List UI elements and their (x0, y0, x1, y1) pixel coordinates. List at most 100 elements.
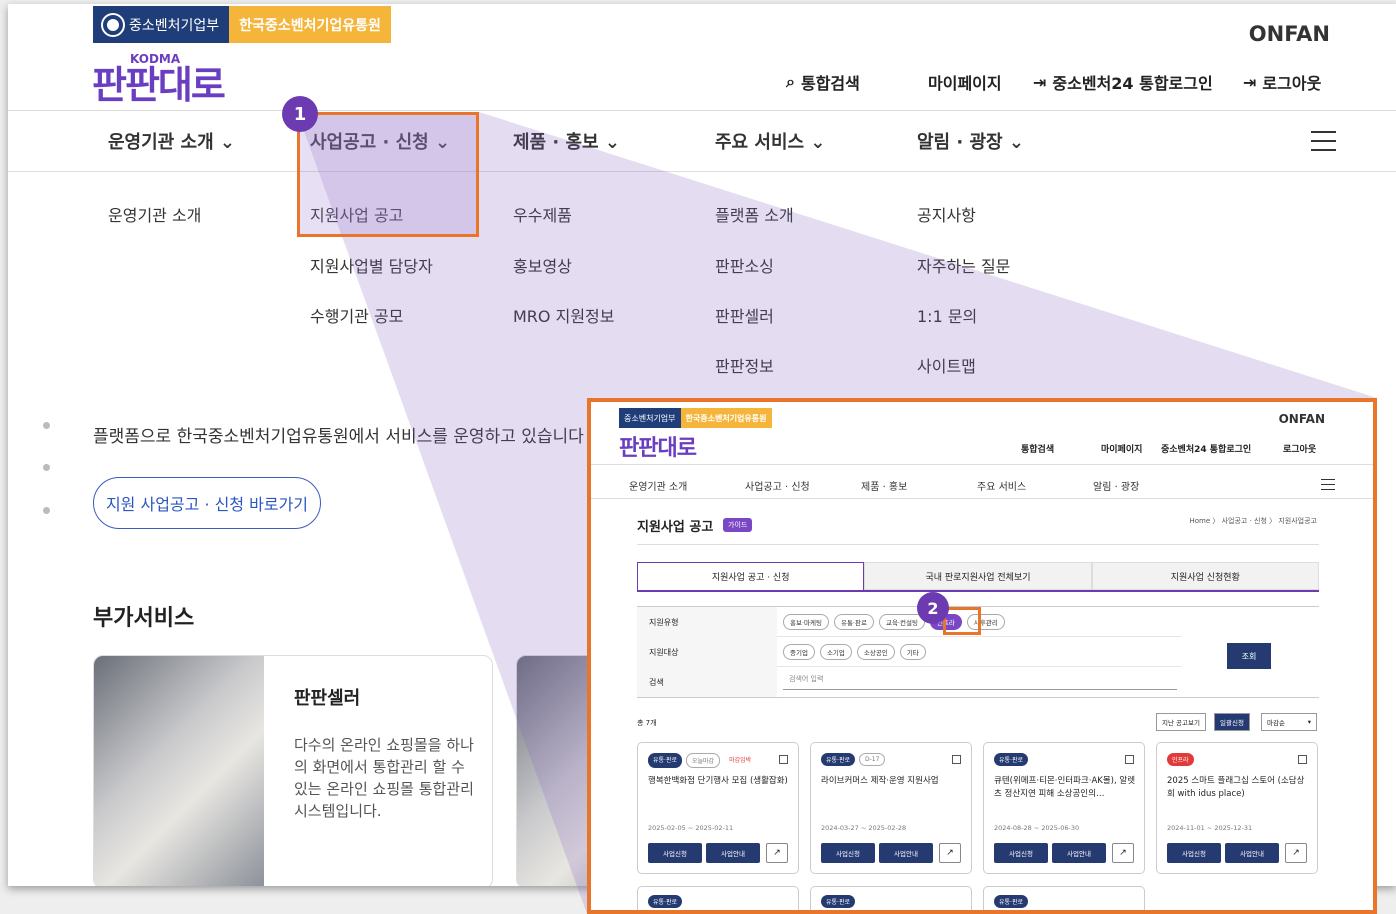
submenu-item[interactable]: 플랫폼 소개 (715, 202, 794, 226)
result-count: 총 7개 (637, 719, 657, 727)
tab-bar: 지원사업 공고 · 신청 국내 판로지원사업 전체보기 지원사업 신청현황 (637, 562, 1319, 592)
tab-all[interactable]: 국내 판로지원사업 전체보기 (864, 562, 1092, 590)
util-login[interactable]: 중소벤처24 통합로그인 (1161, 442, 1251, 455)
external-link-icon[interactable]: ↗ (1285, 843, 1307, 863)
onfan-logo[interactable]: ONFAN (1249, 22, 1330, 46)
zoomed-inset: 중소벤처기업부 한국중소벤처기업유통원 ONFAN 판판대로 통합검색 마이페이… (587, 398, 1377, 914)
filter-label: 지원대상 (637, 637, 777, 667)
search-button[interactable]: 조회 (1227, 643, 1271, 669)
info-button[interactable]: 사업안내 (1052, 843, 1106, 863)
util-search[interactable]: 통합검색 (1021, 442, 1054, 455)
card-checkbox[interactable] (1298, 755, 1307, 764)
gnb-business[interactable]: 사업공고 · 신청 (745, 478, 810, 493)
tab-status[interactable]: 지원사업 신청현황 (1091, 562, 1319, 590)
submenu-item[interactable]: 공지사항 (917, 202, 976, 226)
card-tag: 마감임박 (729, 757, 752, 764)
submenu-item[interactable]: 사이트맵 (917, 353, 976, 377)
gnb-about[interactable]: 운영기관 소개 (629, 478, 687, 493)
chevron-down-icon: ⌄ (604, 132, 620, 153)
chip-education[interactable]: 교육·컨설팅 (878, 614, 925, 630)
card-title: 큐텐(위메프·티몬·인터파크·AK몰), 알렛츠 정산지연 피해 소상공인의… (994, 776, 1136, 799)
chip-other[interactable]: 기타 (899, 644, 926, 660)
org-label[interactable]: 한국중소벤처기업유통원 (229, 6, 391, 43)
card-date: 2024-11-01 ~ 2025-12-31 (1167, 824, 1253, 832)
sort-select[interactable]: 마감순 ▾ (1261, 713, 1317, 731)
submenu-item[interactable]: 홍보영상 (513, 253, 572, 277)
chip-micro[interactable]: 소상공인 (856, 644, 895, 660)
notice-card[interactable]: 유통·판로 (810, 886, 972, 910)
gov-label[interactable]: 중소벤처기업부 (619, 408, 681, 428)
gnb-products[interactable]: 제품 · 홍보 ⌄ (513, 128, 620, 154)
hamburger-icon[interactable] (1321, 479, 1335, 490)
gnb-about[interactable]: 운영기관 소개 ⌄ (108, 128, 235, 154)
go-business-link[interactable]: 지원 사업공고 · 신청 바로가기 (93, 477, 321, 529)
submenu-item[interactable]: 판판소싱 (715, 253, 774, 277)
util-logout[interactable]: 로그아웃 (1283, 442, 1316, 455)
site-logo[interactable]: 판판대로 (619, 430, 697, 462)
notice-card[interactable]: 유통·판로 (637, 886, 799, 910)
gnb-notice[interactable]: 알림 · 광장 ⌄ (917, 128, 1024, 154)
gnb-services[interactable]: 주요 서비스 (977, 478, 1026, 493)
apply-button[interactable]: 사업신청 (821, 843, 875, 863)
util-login[interactable]: ⇥ 중소벤처24 통합로그인 (1033, 70, 1213, 94)
apply-button[interactable]: 사업신청 (648, 843, 702, 863)
card-tag: 유통·판로 (821, 895, 855, 908)
info-button[interactable]: 사업안내 (879, 843, 933, 863)
mega-menu (8, 172, 1396, 412)
tab-apply[interactable]: 지원사업 공고 · 신청 (637, 562, 865, 590)
highlight-box-1 (297, 112, 479, 237)
apply-button[interactable]: 사업신청 (1167, 843, 1221, 863)
util-logout[interactable]: ⇥ 로그아웃 (1243, 70, 1321, 94)
filter-row-type: 지원유형 홍보·마케팅 유통·판로 교육·컨설팅 인프라 사후관리 (637, 607, 1181, 637)
search-input[interactable]: 검색어 입력 (783, 674, 1177, 690)
apply-button[interactable]: 사업신청 (994, 843, 1048, 863)
notice-card[interactable]: 유통·판로 큐텐(위메프·티몬·인터파크·AK몰), 알렛츠 정산지연 피해 소… (983, 742, 1145, 874)
notice-card[interactable]: 인프라 2025 스마트 플래그십 스토어 (소담상회 with idus pl… (1156, 742, 1318, 874)
submenu-item[interactable]: 판판정보 (715, 353, 774, 377)
gov-label[interactable]: 중소벤처기업부 (93, 6, 230, 43)
chip-marketing[interactable]: 홍보·마케팅 (783, 614, 829, 630)
gnb-products[interactable]: 제품 · 홍보 (861, 478, 907, 493)
submenu-item[interactable]: 판판셀러 (715, 303, 774, 327)
chip-small[interactable]: 소기업 (819, 644, 852, 660)
notice-card[interactable]: 유통·판로 D-17 라이브커머스 제작·운영 지원사업 2024-03-27 ~… (810, 742, 972, 874)
card-tag: 유통·판로 (648, 753, 682, 768)
site-logo[interactable]: KODMA 판판대로 (92, 52, 226, 104)
divider (8, 110, 1396, 111)
guide-badge[interactable]: 가이드 (723, 518, 753, 532)
card-tag: 유통·판로 (821, 753, 855, 766)
submenu-item[interactable]: 수행기관 공모 (310, 303, 403, 327)
submenu-item[interactable]: 1:1 문의 (917, 303, 977, 327)
service-card[interactable]: 판판셀러 다수의 온라인 쇼핑몰을 하나의 화면에서 통합관리 할 수 있는 온… (93, 655, 493, 886)
divider (637, 544, 1319, 545)
gnb-services[interactable]: 주요 서비스 ⌄ (715, 128, 825, 154)
submenu-item[interactable]: 자주하는 질문 (917, 253, 1010, 277)
external-link-icon[interactable]: ↗ (939, 843, 961, 863)
notice-card[interactable]: 유통·판로 (983, 886, 1145, 910)
util-mypage[interactable]: 마이페이지 (928, 70, 1002, 94)
card-checkbox[interactable] (779, 755, 788, 764)
info-button[interactable]: 사업안내 (1225, 843, 1279, 863)
gnb-notice[interactable]: 알림 · 광장 (1093, 478, 1139, 493)
card-checkbox[interactable] (952, 755, 961, 764)
submenu-item[interactable]: MRO 지원정보 (513, 303, 614, 327)
taegeuk-icon (103, 14, 123, 35)
card-checkbox[interactable] (1125, 755, 1134, 764)
chip-distribution[interactable]: 유통·판로 (833, 614, 874, 630)
external-link-icon[interactable]: ↗ (766, 843, 788, 863)
external-link-icon[interactable]: ↗ (1112, 843, 1134, 863)
org-label[interactable]: 한국중소벤처기업유통원 (680, 408, 772, 428)
past-notices-button[interactable]: 지난 공고보기 (1156, 713, 1206, 731)
chip-medium[interactable]: 중기업 (783, 644, 815, 660)
submenu-item[interactable]: 지원사업별 담당자 (310, 253, 433, 277)
bulk-apply-button[interactable]: 일괄신청 (1214, 713, 1250, 731)
submenu-item[interactable]: 운영기관 소개 (108, 202, 201, 226)
submenu-item[interactable]: 우수제품 (513, 202, 572, 226)
onfan-logo[interactable]: ONFAN (1279, 412, 1325, 426)
chevron-down-icon: ⌄ (219, 132, 236, 153)
util-mypage[interactable]: 마이페이지 (1101, 442, 1142, 455)
info-button[interactable]: 사업안내 (706, 843, 760, 863)
util-search[interactable]: ⌕ 통합검색 (786, 70, 860, 94)
hamburger-icon[interactable] (1311, 131, 1336, 151)
notice-card[interactable]: 유통·판로 오늘마감 마감임박 행복한백화점 단기행사 모집 (생활잡화) 2025… (637, 742, 799, 874)
